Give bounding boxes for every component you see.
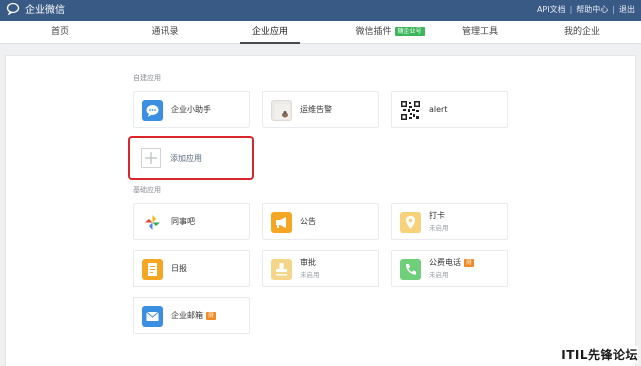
- app-card-alert[interactable]: alert: [391, 91, 508, 128]
- add-app-button[interactable]: 添加应用: [128, 136, 254, 180]
- app-name-with-badge: 公费电话测: [429, 257, 474, 268]
- add-app-label: 添加应用: [170, 154, 202, 163]
- app-name: 审批: [300, 258, 316, 267]
- pinwheel-icon: [142, 212, 163, 233]
- app-status: 未启用: [429, 224, 449, 232]
- logout-link[interactable]: 退出: [619, 4, 635, 16]
- nav-enterprise-apps-label: 企业应用: [251, 27, 288, 37]
- nav-management-tools[interactable]: 管理工具: [450, 21, 510, 44]
- app-card-ops-alert[interactable]: 运维告警: [262, 91, 379, 128]
- link-separator: |: [612, 5, 615, 14]
- watermark: ITIL先锋论坛: [561, 346, 638, 363]
- plus-icon: [141, 148, 161, 168]
- mail-icon: [142, 306, 163, 327]
- top-links: API文档 | 帮助中心 | 退出: [537, 4, 635, 16]
- nav-management-tools-label: 管理工具: [461, 27, 498, 37]
- app-card-announcement[interactable]: 公告: [262, 203, 379, 240]
- chat-bubble-icon: [142, 100, 163, 121]
- nav-wechat-plugin[interactable]: 微信插件 随企业号: [345, 21, 435, 44]
- app-name: 公告: [300, 217, 316, 226]
- nav-contacts-label: 通讯录: [151, 27, 179, 37]
- link-separator: |: [569, 5, 573, 14]
- nav-contacts[interactable]: 通讯录: [135, 21, 195, 44]
- help-center-link[interactable]: 帮助中心: [576, 4, 608, 16]
- stamp-icon: [271, 259, 292, 280]
- app-name: 企业小助手: [171, 105, 211, 114]
- report-icon: [142, 259, 163, 280]
- beta-badge: 测: [206, 312, 216, 320]
- app-card-approval[interactable]: 审批 未启用: [262, 250, 379, 287]
- custom-apps-heading: 自建应用: [133, 74, 161, 82]
- app-name: 打卡: [429, 211, 445, 220]
- phone-icon: [400, 259, 421, 280]
- logo-text: 企业微信: [25, 5, 65, 16]
- basic-apps-heading: 基础应用: [133, 186, 161, 194]
- nav-enterprise-apps[interactable]: 企业应用: [240, 21, 300, 44]
- app-name: 日报: [171, 264, 187, 273]
- app-status: 未启用: [300, 271, 320, 279]
- api-docs-link[interactable]: API文档: [537, 4, 566, 16]
- photo-thumbnail-icon: [271, 100, 292, 121]
- nav-my-enterprise[interactable]: 我的企业: [552, 21, 612, 44]
- qr-code-icon: [400, 100, 421, 121]
- top-bar: 企业微信 API文档 | 帮助中心 | 退出: [0, 0, 641, 21]
- nav-my-enterprise-label: 我的企业: [563, 27, 600, 37]
- nav-home-label: 首页: [50, 27, 69, 37]
- app-card-check-in[interactable]: 打卡 未启用: [391, 203, 508, 240]
- nav-wechat-plugin-label: 微信插件: [355, 27, 392, 37]
- megaphone-icon: [271, 212, 292, 233]
- location-pin-icon: [400, 212, 421, 233]
- logo[interactable]: 企业微信: [6, 1, 65, 20]
- nav-home[interactable]: 首页: [30, 21, 90, 44]
- app-card-public-phone[interactable]: 公费电话测 未启用: [391, 250, 508, 287]
- plugin-badge: 随企业号: [394, 27, 425, 36]
- app-card-assistant[interactable]: 企业小助手: [133, 91, 250, 128]
- wework-logo-icon: [6, 1, 21, 20]
- app-name: alert: [429, 105, 448, 114]
- app-name: 同事吧: [171, 217, 195, 226]
- app-card-daily-report[interactable]: 日报: [133, 250, 250, 287]
- beta-badge: 测: [464, 259, 474, 267]
- app-card-enterprise-mail[interactable]: 企业邮箱测: [133, 297, 250, 334]
- app-status: 未启用: [429, 271, 449, 279]
- main-nav: 首页 通讯录 企业应用 微信插件 随企业号 管理工具 我的企业: [0, 21, 641, 44]
- app-card-colleagues[interactable]: 同事吧: [133, 203, 250, 240]
- app-name: 运维告警: [300, 105, 332, 114]
- app-name-with-badge: 企业邮箱测: [171, 310, 216, 321]
- app-name: 公费电话: [429, 258, 461, 267]
- app-name: 企业邮箱: [171, 311, 203, 320]
